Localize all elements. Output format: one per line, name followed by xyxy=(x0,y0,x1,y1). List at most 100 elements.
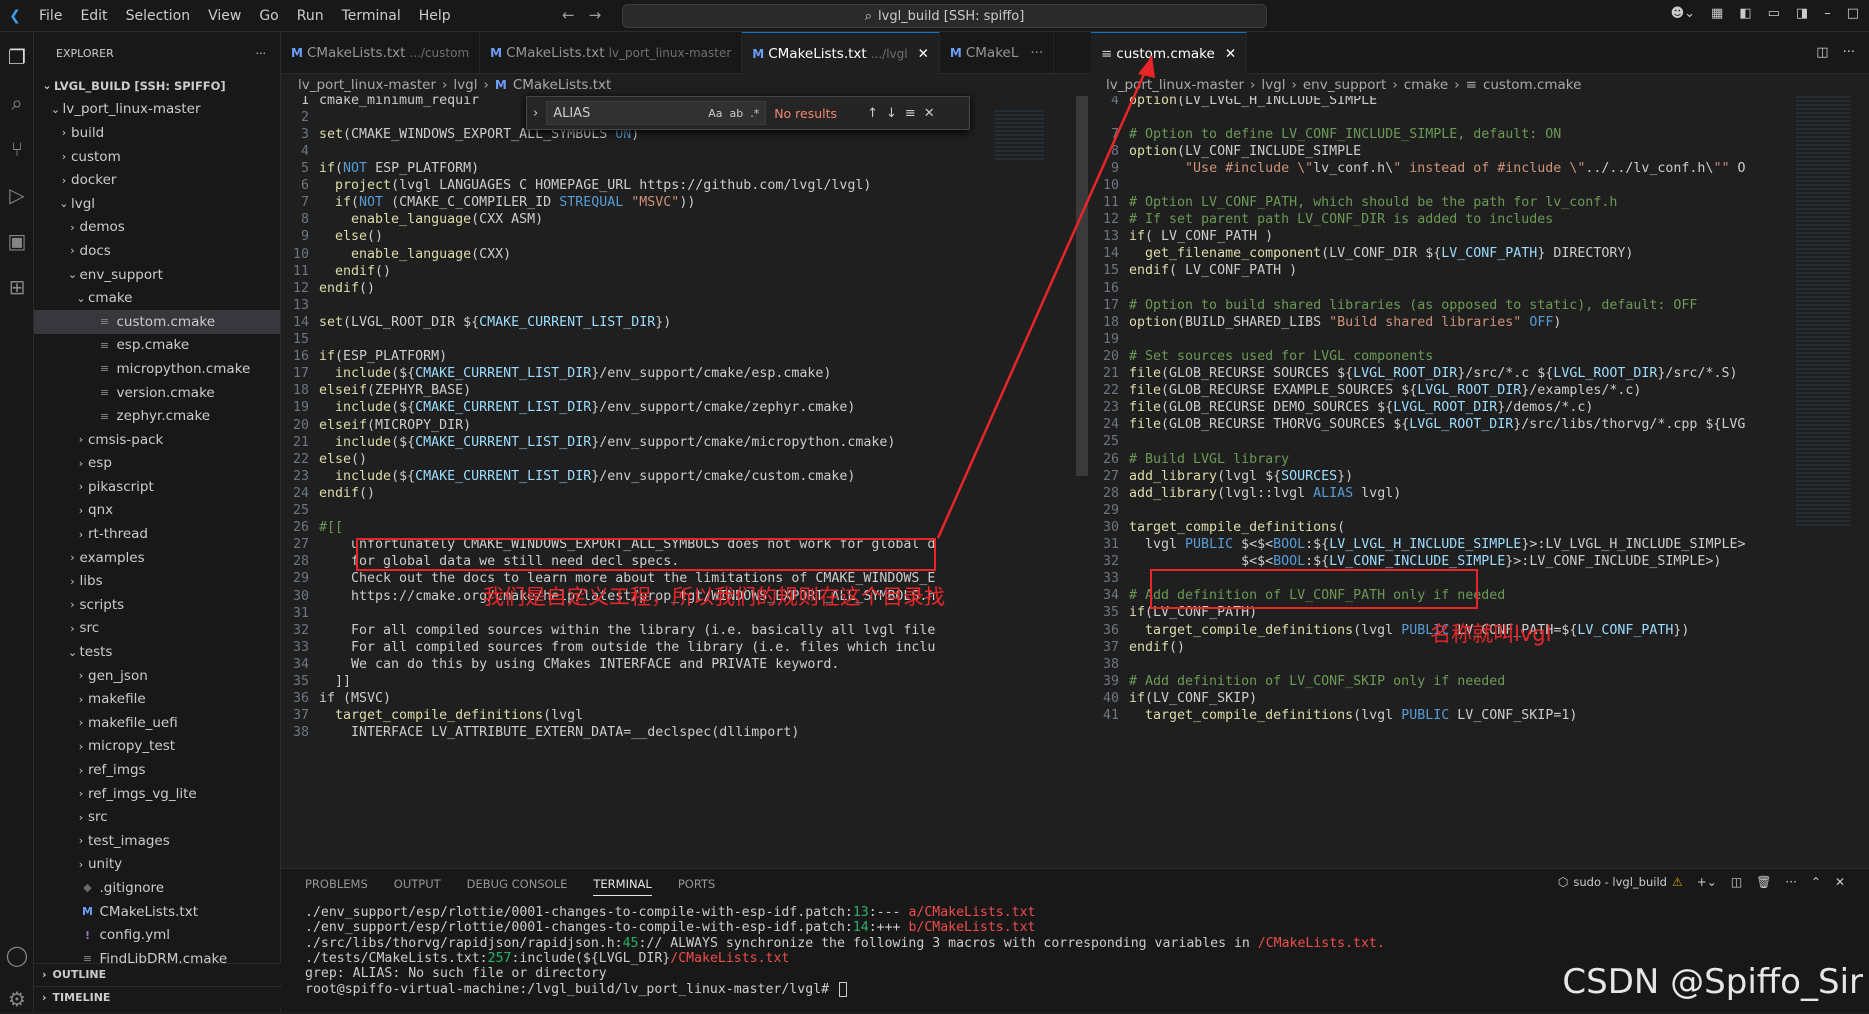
split-terminal-icon[interactable]: ◫ xyxy=(1731,875,1742,889)
close-icon[interactable]: ✕ xyxy=(1225,46,1236,62)
tree-item[interactable]: ›docs xyxy=(34,239,280,263)
tree-item[interactable]: ›qnx xyxy=(34,499,280,523)
close-icon[interactable]: ✕ xyxy=(918,46,929,62)
new-terminal-icon[interactable]: +⌄ xyxy=(1697,875,1717,889)
split-editor-icon[interactable]: ◫ xyxy=(1816,45,1828,60)
workspace-root[interactable]: ⌄ LVGL_BUILD [SSH: SPIFFO] xyxy=(34,74,280,98)
menu-terminal[interactable]: Terminal xyxy=(333,8,410,24)
code-line[interactable]: 21 include(${CMAKE_CURRENT_LIST_DIR}/env… xyxy=(281,432,895,452)
remote-explorer-icon[interactable]: ▣ xyxy=(2,226,32,256)
tree-item[interactable]: ›esp xyxy=(34,452,280,476)
tab-cmakelists-port[interactable]: MCMakeLists.txtlv_port_linux-master xyxy=(480,32,742,74)
find-in-selection-icon[interactable]: ≡ xyxy=(905,106,916,121)
breadcrumb-item[interactable]: custom.cmake xyxy=(1483,77,1582,93)
tree-item[interactable]: ›ref_imgs xyxy=(34,758,280,782)
explorer-icon[interactable]: ❐ xyxy=(2,42,32,72)
tab-problems[interactable]: PROBLEMS xyxy=(305,877,368,896)
tree-item[interactable]: ›ref_imgs_vg_lite xyxy=(34,782,280,806)
tree-item[interactable]: MCMakeLists.txt xyxy=(34,900,280,924)
tree-item[interactable]: ›rt-thread xyxy=(34,522,280,546)
close-icon[interactable]: ✕ xyxy=(924,106,935,121)
tree-item[interactable]: ›gen_json xyxy=(34,664,280,688)
tree-item[interactable]: ⌄lvgl xyxy=(34,192,280,216)
more-actions-icon[interactable]: ··· xyxy=(1843,45,1855,60)
tree-item[interactable]: ›demos xyxy=(34,216,280,240)
tree-item[interactable]: ≡micropython.cmake xyxy=(34,357,280,381)
timeline-section[interactable]: › TIMELINE xyxy=(34,986,281,1008)
tree-item[interactable]: ›makefile xyxy=(34,687,280,711)
more-actions-icon[interactable]: ··· xyxy=(1785,875,1796,889)
tree-item[interactable]: ≡esp.cmake xyxy=(34,334,280,358)
menu-edit[interactable]: Edit xyxy=(71,8,116,24)
command-center[interactable]: ⌕ lvgl_build [SSH: spiffo] xyxy=(622,4,1267,28)
search-icon[interactable]: ⌕ xyxy=(2,88,32,118)
menu-view[interactable]: View xyxy=(199,8,250,24)
minimize-icon[interactable]: – xyxy=(1824,6,1831,21)
accounts-icon[interactable]: ◯ xyxy=(2,940,32,970)
tree-item[interactable]: ›libs xyxy=(34,569,280,593)
terminal-instance[interactable]: ⬡sudo - lvgl_build⚠ xyxy=(1558,875,1683,889)
right-code-editor[interactable]: 4option(LV_LVGL_H_INCLUDE_SIMPLE7# Optio… xyxy=(1091,96,1795,868)
match-case-icon[interactable]: Aa ab .* xyxy=(708,107,759,120)
run-debug-icon[interactable]: ▷ xyxy=(2,180,32,210)
breadcrumb-item[interactable]: lv_port_linux-master xyxy=(1106,77,1244,93)
left-minimap[interactable] xyxy=(994,110,1044,160)
tree-item[interactable]: ≡version.cmake xyxy=(34,381,280,405)
breadcrumb-item[interactable]: env_support xyxy=(1303,77,1386,93)
right-minimap[interactable] xyxy=(1796,96,1850,526)
tree-item[interactable]: ◆.gitignore xyxy=(34,876,280,900)
code-line[interactable]: 18option(BUILD_SHARED_LIBS "Build shared… xyxy=(1091,312,1561,332)
left-scrollbar[interactable] xyxy=(1076,96,1088,476)
breadcrumb-item[interactable]: cmake xyxy=(1404,77,1449,93)
tree-item[interactable]: ⌄cmake xyxy=(34,286,280,310)
code-line[interactable]: 14set(LVGL_ROOT_DIR ${CMAKE_CURRENT_LIST… xyxy=(281,312,671,332)
manage-gear-icon[interactable]: ⚙ xyxy=(2,984,32,1014)
forward-arrow-icon[interactable]: → xyxy=(589,6,602,24)
back-arrow-icon[interactable]: ← xyxy=(562,6,575,24)
menu-file[interactable]: File xyxy=(30,8,71,24)
tree-item[interactable]: ›docker xyxy=(34,168,280,192)
toggle-sidebar-icon[interactable]: ◧ xyxy=(1739,6,1751,21)
arrow-up-icon[interactable]: ↑ xyxy=(867,106,878,121)
breadcrumb-item[interactable]: CMakeLists.txt xyxy=(513,77,612,93)
menu-selection[interactable]: Selection xyxy=(117,8,200,24)
code-line[interactable]: 38 INTERFACE LV_ATTRIBUTE_EXTERN_DATA=__… xyxy=(281,723,799,743)
tree-item[interactable]: ›micropy_test xyxy=(34,735,280,759)
breadcrumb-item[interactable]: lvgl xyxy=(1261,77,1285,93)
tree-item[interactable]: ›cmsis-pack xyxy=(34,428,280,452)
tree-item[interactable]: ›build xyxy=(34,121,280,145)
tab-debug-console[interactable]: DEBUG CONSOLE xyxy=(467,877,568,896)
tree-item[interactable]: ›src xyxy=(34,617,280,641)
breadcrumb-item[interactable]: lv_port_linux-master xyxy=(298,77,436,93)
tab-cmakelists-lvgl[interactable]: MCMakeLists.txt.../lvgl✕ xyxy=(742,32,940,74)
tree-item[interactable]: ›test_images xyxy=(34,829,280,853)
tree-item[interactable]: ›scripts xyxy=(34,593,280,617)
menu-run[interactable]: Run xyxy=(288,8,333,24)
extensions-icon[interactable]: ⊞ xyxy=(2,272,32,302)
copilot-icon[interactable]: ☻⌄ xyxy=(1671,6,1695,21)
tree-item[interactable]: ›unity xyxy=(34,853,280,877)
tab-ports[interactable]: PORTS xyxy=(678,877,715,896)
tree-item[interactable]: ⌄tests xyxy=(34,640,280,664)
maximize-icon[interactable]: □ xyxy=(1847,6,1859,21)
code-line[interactable]: 34 We can do this by using CMakes INTERF… xyxy=(281,654,839,674)
tab-cmakel-truncated[interactable]: MCMakeL··· xyxy=(940,32,1054,74)
tree-item[interactable]: ⌄lv_port_linux-master xyxy=(34,98,280,122)
tree-item[interactable]: !config.yml xyxy=(34,923,280,947)
tree-item[interactable]: ⌄env_support xyxy=(34,263,280,287)
find-input[interactable]: ALIAS Aa ab .* xyxy=(546,101,766,125)
tree-item[interactable]: ›pikascript xyxy=(34,475,280,499)
more-tabs-icon[interactable]: ··· xyxy=(1030,45,1043,61)
customize-layout-icon[interactable]: ▦ xyxy=(1711,6,1723,21)
code-line[interactable]: 28add_library(lvgl::lvgl ALIAS lvgl) xyxy=(1091,483,1401,503)
tree-item[interactable]: ›examples xyxy=(34,546,280,570)
source-control-icon[interactable]: ⑂ xyxy=(2,134,32,164)
left-code-editor[interactable]: 1cmake_minimum_requir23set(CMAKE_WINDOWS… xyxy=(281,96,1074,868)
more-actions-icon[interactable]: ··· xyxy=(256,47,267,60)
tab-cmakelists-custom[interactable]: MCMakeLists.txt.../custom xyxy=(281,32,480,74)
tree-item[interactable]: ›custom xyxy=(34,145,280,169)
code-line[interactable]: 24file(GLOB_RECURSE THORVG_SOURCES ${LVG… xyxy=(1091,415,1745,435)
tree-item[interactable]: ≡custom.cmake xyxy=(34,310,280,334)
code-line[interactable]: 41 target_compile_definitions(lvgl PUBLI… xyxy=(1091,705,1577,725)
menu-help[interactable]: Help xyxy=(410,8,460,24)
